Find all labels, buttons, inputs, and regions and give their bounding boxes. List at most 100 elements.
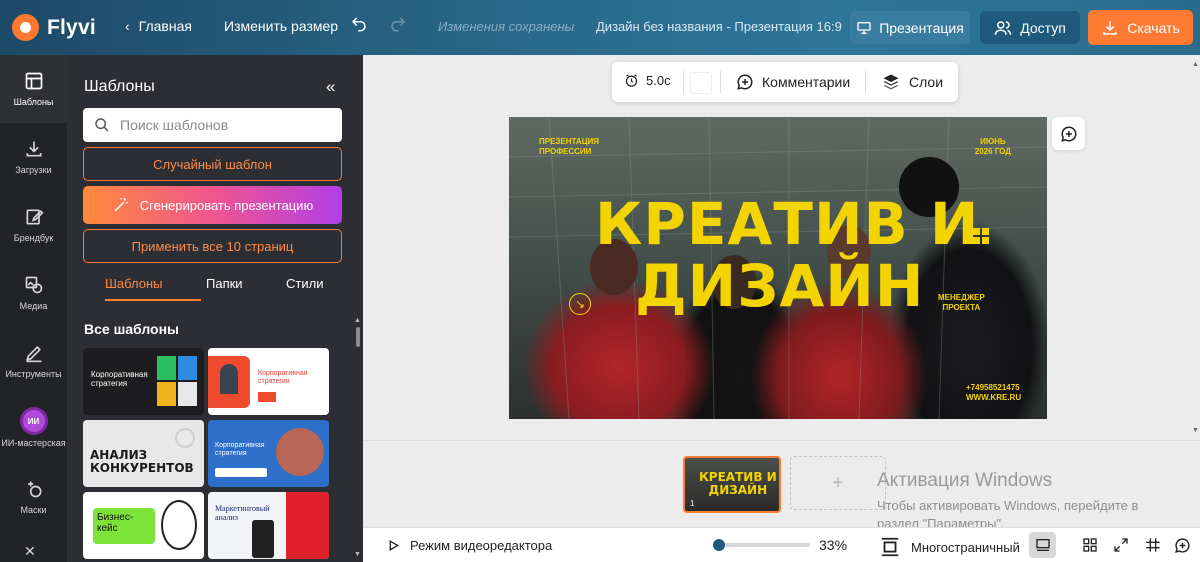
tab-folders[interactable]: Папки xyxy=(206,276,243,291)
slide-top-right-text[interactable]: ИЮНЬ 2026 ГОД xyxy=(975,137,1011,156)
comments-view-button[interactable] xyxy=(1169,532,1196,558)
present-button[interactable]: Презентация xyxy=(850,11,970,44)
windows-activation-watermark: Активация Windows Чтобы активировать Win… xyxy=(877,470,1138,532)
rail-item-label: Загрузки xyxy=(15,165,52,175)
rail-item-templates[interactable]: Шаблоны xyxy=(0,55,67,123)
save-status: Изменения сохранены xyxy=(438,19,575,34)
canvas-scrollbar[interactable]: ▲ ▼ xyxy=(1190,55,1200,440)
tab-templates[interactable]: Шаблоны xyxy=(105,276,163,291)
rail-item-label: Инструменты xyxy=(5,369,62,379)
comment-add-icon xyxy=(1175,537,1190,553)
video-editor-mode-label: Режим видеоредактора xyxy=(410,538,553,553)
tab-styles[interactable]: Стили xyxy=(286,276,323,291)
activation-title: Активация Windows xyxy=(877,470,1053,491)
panel-scrollbar[interactable] xyxy=(356,327,360,347)
template-card[interactable]: АНАЛИЗ КОНКУРЕНТОВ xyxy=(83,420,204,487)
toolbar-divider xyxy=(720,71,721,93)
expand-icon xyxy=(1113,538,1128,552)
scroll-up-arrow[interactable]: ▲ xyxy=(1192,61,1199,68)
slide-title-line-1[interactable]: КРЕАТИВ И xyxy=(595,195,979,253)
logo-icon xyxy=(12,14,39,41)
bottom-bar: Режим видеоредактора 33% Многостраничный xyxy=(363,527,1200,562)
zoom-slider-track[interactable] xyxy=(714,543,810,547)
comment-add-icon xyxy=(1060,125,1076,142)
zoom-slider-handle[interactable] xyxy=(712,539,725,551)
active-tab-indicator xyxy=(105,299,201,301)
slide-date-label: ИЮНЬ 2026 ГОД xyxy=(974,137,1011,156)
comments-button[interactable]: Комментарии xyxy=(736,73,850,91)
grid-lines-icon xyxy=(1145,538,1160,552)
comment-add-icon xyxy=(737,74,753,90)
rail-item-ai-workshop[interactable]: ИИ ИИ-мастерская xyxy=(0,395,67,463)
apply-all-pages-button[interactable]: Применить все 10 страниц xyxy=(83,229,342,263)
undo-icon[interactable] xyxy=(350,15,368,39)
template-card[interactable]: Маркетинговый анализ xyxy=(208,492,329,559)
rail-item-label: ИИ-мастерская xyxy=(1,438,66,448)
template-card[interactable]: Бизнес-кейс xyxy=(83,492,204,559)
grid-icon xyxy=(1082,538,1097,552)
comments-button-label: Комментарии xyxy=(762,74,851,90)
mask-icon xyxy=(27,481,42,498)
generate-presentation-button[interactable]: Сгенерировать презентацию xyxy=(83,186,342,224)
single-view-button[interactable] xyxy=(1029,532,1056,558)
add-page-button[interactable]: + xyxy=(790,456,886,510)
template-card-title: Бизнес-кейс xyxy=(97,512,134,534)
page-thumbnail-title: КРЕАТИВ И ДИЗАЙН xyxy=(699,471,777,496)
slide-title-line-2[interactable]: ДИЗАЙН xyxy=(635,257,924,315)
rail-item-tools[interactable]: Инструменты xyxy=(0,327,67,395)
generate-button-label: Сгенерировать презентацию xyxy=(139,197,314,213)
rail-item-uploads[interactable]: Загрузки xyxy=(0,123,67,191)
background-color-swatch[interactable] xyxy=(690,72,712,94)
access-button-label: Доступ xyxy=(1020,19,1066,36)
slide-duration[interactable]: 5.0с xyxy=(624,73,671,88)
rail-item-media[interactable]: Медиа xyxy=(0,259,67,327)
access-button[interactable]: Доступ xyxy=(980,11,1080,44)
canvas-area: 5.0с Комментарии Слои ПРЕЗЕНТАЦИЯ ПРОФЕС… xyxy=(363,55,1200,562)
search-input[interactable] xyxy=(120,117,320,133)
template-card[interactable]: Корпоративная стратегия xyxy=(83,348,204,415)
page-thumbnail[interactable]: КРЕАТИВ И ДИЗАЙН 1 xyxy=(683,456,781,513)
logo[interactable]: Flyvi xyxy=(12,14,96,41)
slide-canvas[interactable]: ПРЕЗЕНТАЦИЯ ПРОФЕССИИ ИЮНЬ 2026 ГОД КРЕА… xyxy=(509,117,1047,419)
add-comment-button[interactable] xyxy=(1052,117,1085,150)
download-button[interactable]: Скачать xyxy=(1088,10,1193,45)
slide-contacts-text[interactable]: +74958521475 WWW.KRE.RU xyxy=(966,383,1021,404)
layers-button[interactable]: Слои xyxy=(882,73,943,91)
scroll-down-arrow[interactable]: ▼ xyxy=(354,551,361,558)
rail-item-brandbook[interactable]: Брендбук xyxy=(0,191,67,259)
rail-item-label: Маски xyxy=(20,505,47,515)
more-tools-icon[interactable]: ✕ xyxy=(24,543,36,560)
download-button-label: Скачать xyxy=(1127,19,1180,36)
show-grid-button[interactable] xyxy=(1139,532,1166,558)
fullscreen-button[interactable] xyxy=(1107,532,1134,558)
timer-icon xyxy=(625,74,638,87)
collapse-panel-icon[interactable]: « xyxy=(326,77,335,97)
presentation-icon xyxy=(857,21,871,34)
template-search[interactable] xyxy=(83,108,342,142)
panel-title: Шаблоны xyxy=(84,78,155,95)
random-template-button[interactable]: Случайный шаблон xyxy=(83,147,342,181)
template-card[interactable]: Корпоративная стратегия xyxy=(208,420,329,487)
template-card[interactable]: Корпоративная стратегия xyxy=(208,348,329,415)
scroll-up-arrow[interactable]: ▲ xyxy=(354,317,361,324)
scroll-down-arrow[interactable]: ▼ xyxy=(1192,427,1199,434)
home-link[interactable]: ‹ Главная xyxy=(125,18,192,34)
slide-top-left-text[interactable]: ПРЕЗЕНТАЦИЯ ПРОФЕССИИ xyxy=(539,137,599,156)
play-icon xyxy=(389,540,400,551)
slide-contacts-label: +74958521475 WWW.KRE.RU xyxy=(966,383,1022,403)
slide-role-text[interactable]: МЕНЕДЖЕР ПРОЕКТА xyxy=(938,293,985,314)
users-icon xyxy=(994,20,1012,35)
rail-item-label: Брендбук xyxy=(13,233,54,243)
page-number: 1 xyxy=(690,499,695,508)
zoom-level[interactable]: 33% xyxy=(819,537,847,553)
pencil-icon xyxy=(25,345,41,363)
rail-item-masks[interactable]: Маски xyxy=(0,463,67,531)
redo-icon[interactable] xyxy=(389,15,407,39)
video-editor-mode-button[interactable]: Режим видеоредактора xyxy=(387,538,552,553)
grid-view-button[interactable] xyxy=(1076,532,1103,558)
tool-rail: Шаблоны Загрузки Брендбук Медиа Инструме… xyxy=(0,55,67,562)
document-title[interactable]: Дизайн без названия - Презентация 16:9 xyxy=(596,19,842,34)
resize-button[interactable]: Изменить размер xyxy=(224,18,338,34)
multipage-toggle[interactable]: Многостраничный xyxy=(879,536,1020,558)
section-title: Все шаблоны xyxy=(84,321,179,337)
